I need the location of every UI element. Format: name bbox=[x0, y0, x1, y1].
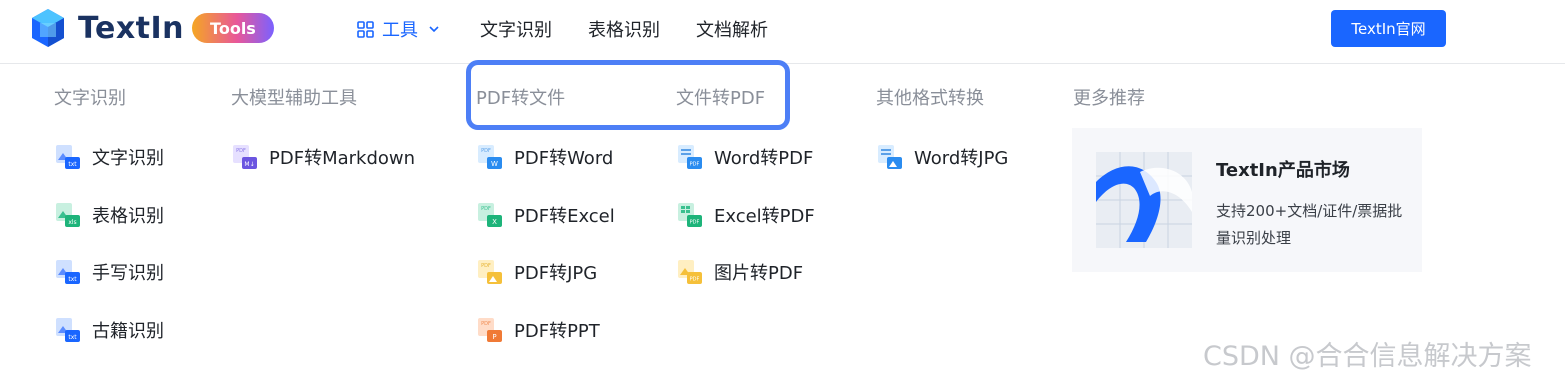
menu-item-text-recognition[interactable]: txt 文字识别 bbox=[54, 143, 164, 171]
nav-item-table[interactable]: 表格识别 bbox=[588, 16, 660, 42]
menu-item-table-recognition[interactable]: xls 表格识别 bbox=[54, 201, 164, 229]
svg-text:X: X bbox=[492, 218, 497, 226]
image-to-pdf-icon: PDF bbox=[678, 260, 702, 284]
svg-text:PDF: PDF bbox=[481, 148, 491, 154]
column-title: 大模型辅助工具 bbox=[231, 88, 357, 109]
menu-item-label: Word转PDF bbox=[714, 148, 814, 169]
official-site-button[interactable]: TextIn官网 bbox=[1331, 10, 1446, 47]
nav-item-ocr[interactable]: 文字识别 bbox=[480, 16, 552, 42]
pdf-to-word-icon: PDF W bbox=[478, 145, 502, 169]
image-to-txt-icon: txt bbox=[56, 318, 80, 342]
menu-item-pdf-to-excel[interactable]: PDF X PDF转Excel bbox=[476, 201, 615, 229]
column-file-to-pdf: 文件转PDF bbox=[676, 86, 765, 112]
menu-item-label: PDF转JPG bbox=[514, 263, 598, 284]
menu-item-pdf-to-word[interactable]: PDF W PDF转Word bbox=[476, 143, 613, 171]
top-header: TextIn Tools 工具 文字识别 表格识别 文档解析 TextIn官网 bbox=[0, 0, 1565, 64]
image-to-xls-icon: xls bbox=[56, 203, 80, 227]
svg-text:PDF: PDF bbox=[690, 162, 700, 168]
menu-item-label: PDF转Markdown bbox=[269, 148, 416, 169]
svg-text:W: W bbox=[491, 160, 498, 168]
word-to-jpg-icon bbox=[878, 145, 902, 169]
menu-item-word-to-jpg[interactable]: Word转JPG bbox=[876, 143, 1008, 171]
pdf-to-markdown-icon: PDF M↓ bbox=[233, 145, 257, 169]
menu-item-label: 图片转PDF bbox=[714, 263, 804, 284]
menu-item-label: Word转JPG bbox=[914, 148, 1009, 169]
svg-text:PDF: PDF bbox=[236, 148, 246, 154]
image-to-txt-icon: txt bbox=[56, 145, 80, 169]
svg-text:txt: txt bbox=[68, 161, 77, 168]
brand-name: TextIn bbox=[78, 10, 185, 46]
menu-item-excel-to-pdf[interactable]: PDF Excel转PDF bbox=[676, 201, 815, 229]
nav-tools-menu[interactable]: 工具 bbox=[357, 16, 440, 42]
word-to-pdf-icon: PDF bbox=[678, 145, 702, 169]
svg-text:M↓: M↓ bbox=[244, 161, 254, 168]
menu-item-pdf-to-jpg[interactable]: PDF PDF转JPG bbox=[476, 258, 597, 286]
column-other-formats: 其他格式转换 bbox=[876, 86, 984, 112]
menu-item-pdf-to-markdown[interactable]: PDF M↓ PDF转Markdown bbox=[231, 143, 415, 171]
image-to-txt-icon: txt bbox=[56, 260, 80, 284]
chevron-down-icon bbox=[429, 26, 439, 33]
svg-text:PDF: PDF bbox=[481, 321, 491, 327]
tools-badge: Tools bbox=[192, 13, 274, 43]
svg-text:PDF: PDF bbox=[481, 206, 491, 212]
column-title: 文字识别 bbox=[54, 88, 126, 109]
promo-description: 支持200+文档/证件/票据批量识别处理 bbox=[1216, 202, 1403, 247]
svg-text:PDF: PDF bbox=[690, 220, 700, 226]
menu-item-word-to-pdf[interactable]: PDF Word转PDF bbox=[676, 143, 813, 171]
menu-item-ancient-books[interactable]: txt 古籍识别 bbox=[54, 316, 164, 344]
menu-item-handwriting[interactable]: txt 手写识别 bbox=[54, 258, 164, 286]
textin-logo-icon bbox=[32, 9, 64, 47]
pdf-to-jpg-icon: PDF bbox=[478, 260, 502, 284]
menu-item-pdf-to-ppt[interactable]: PDF P PDF转PPT bbox=[476, 316, 600, 344]
promo-title: TextIn产品市场 bbox=[1216, 160, 1350, 181]
nav-tools-label: 工具 bbox=[382, 20, 418, 41]
grid-icon bbox=[357, 20, 374, 38]
watermark-text: CSDN @合合信息解决方案 bbox=[1203, 341, 1532, 372]
svg-text:txt: txt bbox=[68, 276, 77, 283]
menu-item-label: 古籍识别 bbox=[92, 321, 164, 342]
svg-text:P: P bbox=[492, 333, 496, 341]
column-more: 更多推荐 bbox=[1073, 86, 1145, 112]
menu-item-label: 表格识别 bbox=[92, 206, 164, 227]
column-title: 更多推荐 bbox=[1073, 88, 1145, 109]
menu-item-label: PDF转PPT bbox=[514, 321, 600, 342]
main-nav: 工具 文字识别 表格识别 文档解析 bbox=[357, 16, 804, 42]
pdf-to-excel-icon: PDF X bbox=[478, 203, 502, 227]
column-pdf-to-file: PDF转文件 bbox=[476, 86, 565, 112]
promo-card-market[interactable]: TextIn产品市场 支持200+文档/证件/票据批量识别处理 bbox=[1072, 128, 1422, 272]
svg-text:PDF: PDF bbox=[690, 277, 700, 283]
menu-item-label: 手写识别 bbox=[92, 263, 164, 284]
brand-logo[interactable]: TextIn Tools bbox=[30, 8, 274, 48]
column-llm-tools: 大模型辅助工具 bbox=[231, 86, 357, 112]
menu-item-label: PDF转Word bbox=[514, 148, 614, 169]
menu-item-label: 文字识别 bbox=[92, 148, 164, 169]
menu-item-label: Excel转PDF bbox=[714, 206, 815, 227]
promo-image bbox=[1096, 152, 1192, 248]
menu-item-image-to-pdf[interactable]: PDF 图片转PDF bbox=[676, 258, 803, 286]
svg-text:txt: txt bbox=[68, 334, 77, 341]
menu-item-label: PDF转Excel bbox=[514, 206, 615, 227]
excel-to-pdf-icon: PDF bbox=[678, 203, 702, 227]
svg-text:xls: xls bbox=[68, 219, 76, 226]
column-title: PDF转文件 bbox=[476, 88, 566, 109]
pdf-to-ppt-icon: PDF P bbox=[478, 318, 502, 342]
column-ocr: 文字识别 bbox=[54, 86, 126, 112]
svg-text:PDF: PDF bbox=[481, 263, 491, 269]
nav-item-doc-parse[interactable]: 文档解析 bbox=[696, 16, 768, 42]
column-title: 其他格式转换 bbox=[876, 88, 984, 109]
column-title: 文件转PDF bbox=[676, 88, 766, 109]
